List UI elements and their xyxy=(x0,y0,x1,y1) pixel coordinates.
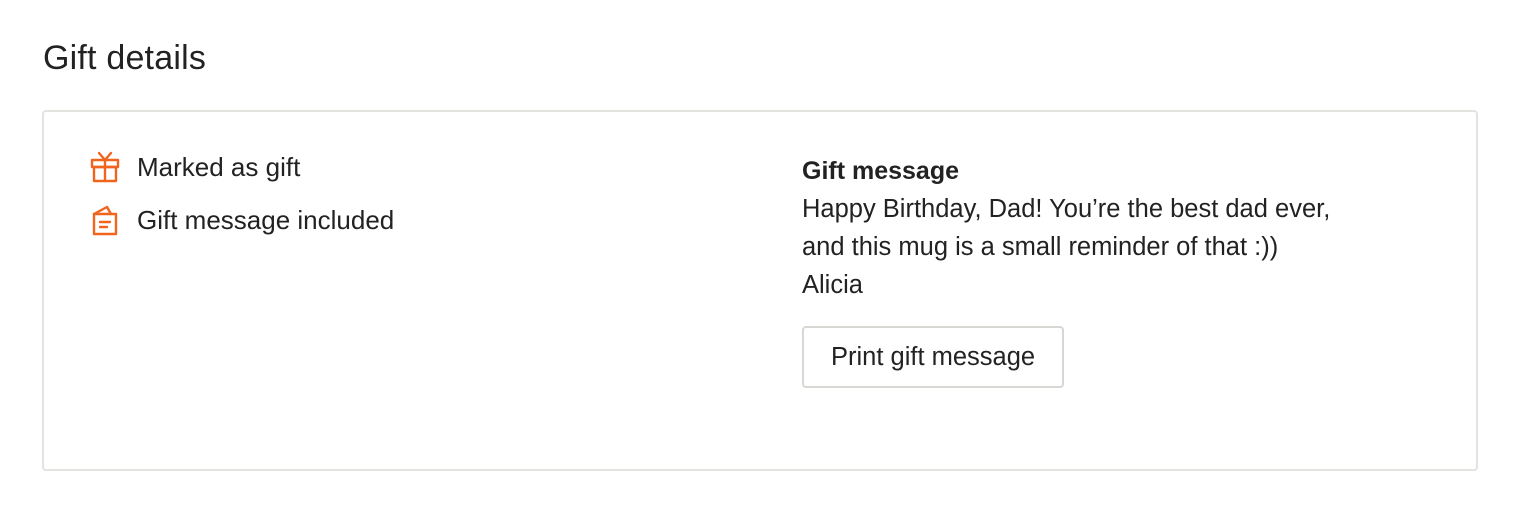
flag-marked-as-gift: Marked as gift xyxy=(88,150,394,184)
gift-message-card-icon xyxy=(88,203,122,237)
gift-details-card: Marked as gift Gift message included Gif… xyxy=(42,110,1478,471)
flag-label-gift-message-included: Gift message included xyxy=(137,205,395,235)
gift-message-section: Gift message Happy Birthday, Dad! You’re… xyxy=(802,154,1442,388)
gift-flags-list: Marked as gift Gift message included xyxy=(88,150,394,256)
gift-message-line: Happy Birthday, Dad! You’re the best dad… xyxy=(802,195,1331,223)
flag-gift-message-included: Gift message included xyxy=(88,203,394,237)
gift-message-line: and this mug is a small reminder of that… xyxy=(802,233,1279,261)
gift-message-signature: Alicia xyxy=(802,271,863,299)
section-title: Gift details xyxy=(43,39,207,77)
flag-label-marked-as-gift: Marked as gift xyxy=(137,152,301,182)
gift-message-text: Happy Birthday, Dad! You’re the best dad… xyxy=(802,190,1442,304)
gift-message-heading: Gift message xyxy=(802,157,960,185)
gift-icon xyxy=(88,150,122,184)
print-gift-message-button[interactable]: Print gift message xyxy=(802,326,1065,388)
